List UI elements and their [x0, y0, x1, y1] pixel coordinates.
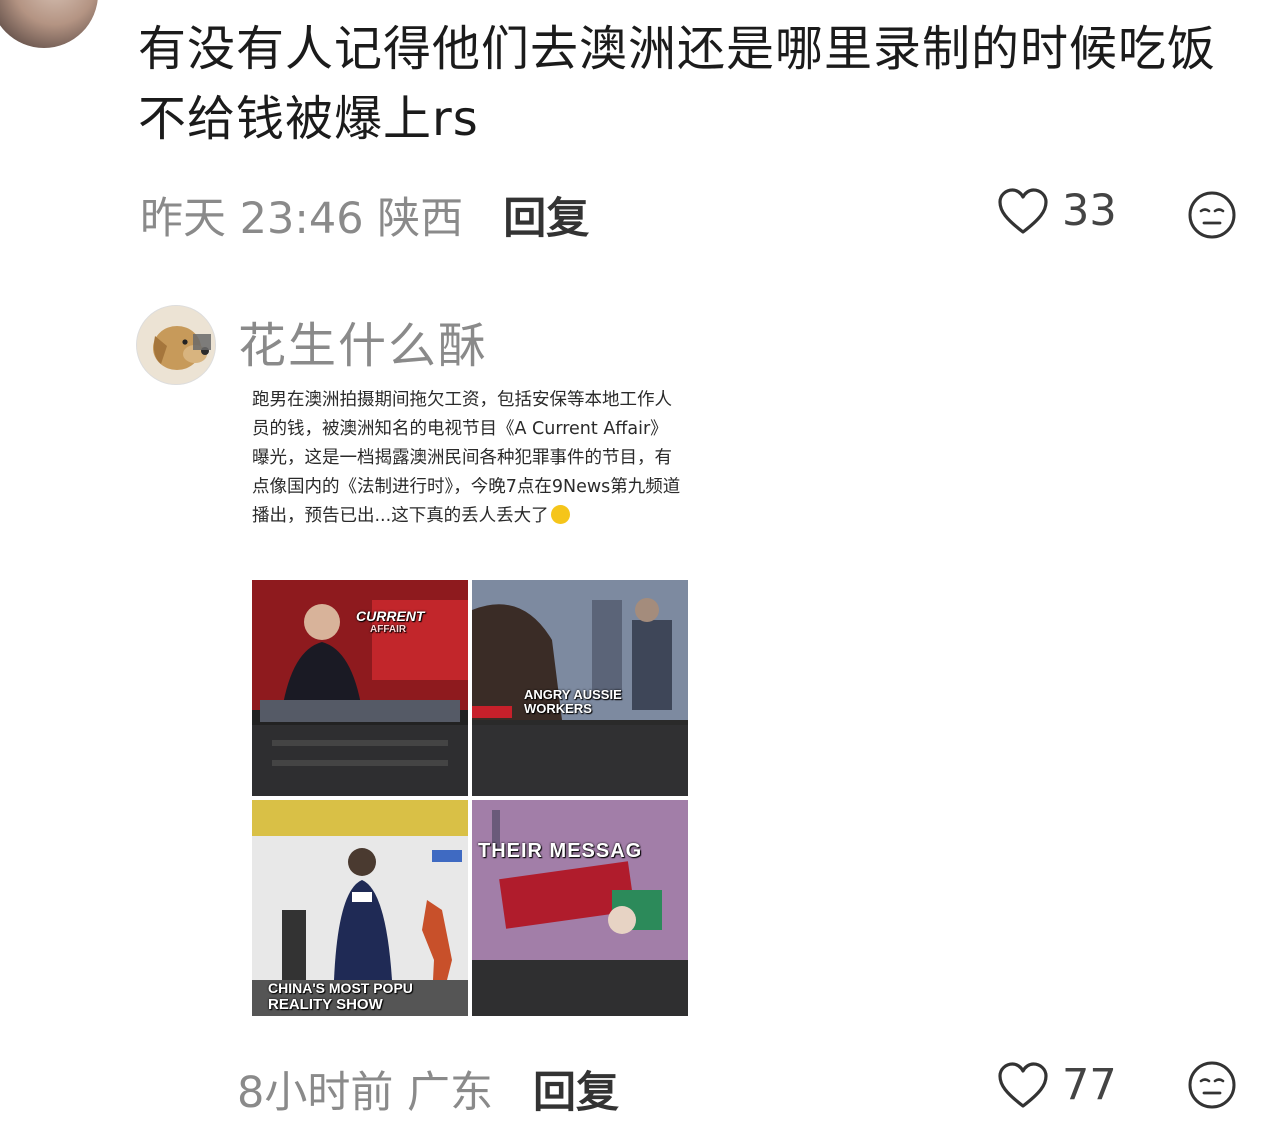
- neutral-face-icon[interactable]: [1187, 190, 1237, 240]
- video-still-current-affair: CURRENT AFFAIR: [252, 580, 468, 796]
- username[interactable]: 花生什么酥: [238, 306, 488, 376]
- dog-avatar-image: [137, 306, 215, 384]
- message-scene-image: [472, 800, 688, 1016]
- image-text-body: 跑男在澳洲拍摄期间拖欠工资，包括安保等本地工作人员的钱，被澳洲知名的电视节目《A…: [252, 390, 681, 526]
- reply-button[interactable]: 回复: [533, 1058, 619, 1120]
- heart-outline-icon: [998, 1062, 1048, 1108]
- tile-caption-sub: WORKERS: [524, 701, 592, 716]
- tile-caption-sub: AFFAIR: [370, 624, 407, 635]
- tile-caption-sub: REALITY SHOW: [268, 996, 383, 1013]
- thinking-emoji-icon: [550, 505, 570, 524]
- video-still-reality-show: CHINA'S MOST POPU REALITY SHOW: [252, 800, 468, 1016]
- image-text: 跑男在澳洲拍摄期间拖欠工资，包括安保等本地工作人员的钱，被澳洲知名的电视节目《A…: [252, 386, 682, 531]
- comment-attached-image[interactable]: 跑男在澳洲拍摄期间拖欠工资，包括安保等本地工作人员的钱，被澳洲知名的电视节目《A…: [236, 372, 706, 1032]
- tile-caption: CURRENT: [356, 608, 425, 624]
- comment-time-location: 8小时前 广东: [237, 1068, 494, 1118]
- reply-button[interactable]: 回复: [503, 184, 589, 246]
- like-count: 33: [1062, 186, 1117, 236]
- comment-meta: 昨天 23:46 陕西 回复: [140, 184, 589, 246]
- neutral-face-icon[interactable]: [1187, 1060, 1237, 1110]
- like-button[interactable]: 33: [996, 186, 1117, 236]
- commenter-avatar[interactable]: [136, 305, 216, 385]
- tile-caption: CHINA'S MOST POPU: [268, 980, 413, 996]
- comment-meta: 8小时前 广东 回复: [237, 1058, 619, 1120]
- comment-time-location: 昨天 23:46 陕西: [140, 194, 464, 244]
- tile-caption: ANGRY AUSSIE: [524, 687, 622, 702]
- like-button[interactable]: 77: [996, 1060, 1117, 1110]
- tile-caption: THEIR MESSAG: [478, 840, 643, 862]
- video-still-their-message: THEIR MESSAG: [472, 800, 688, 1016]
- video-still-angry-workers: ANGRY AUSSIE WORKERS: [472, 580, 688, 796]
- commenter-avatar-top[interactable]: [0, 0, 98, 48]
- heart-outline-icon: [998, 188, 1048, 234]
- like-count: 77: [1062, 1060, 1117, 1110]
- comment-text: 有没有人记得他们去澳洲还是哪里录制的时候吃饭不给钱被爆上rs: [138, 21, 1217, 147]
